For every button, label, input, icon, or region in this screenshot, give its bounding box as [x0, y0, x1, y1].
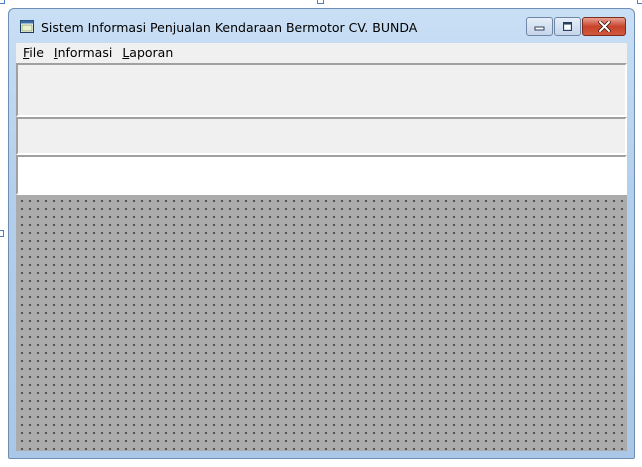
app-window-icon: [20, 20, 34, 33]
close-icon: [597, 21, 611, 32]
menu-label: ile: [29, 45, 44, 60]
menu-file[interactable]: File: [18, 43, 49, 63]
minimize-icon: [534, 26, 545, 31]
minimize-button[interactable]: [526, 17, 553, 36]
menu-laporan[interactable]: Laporan: [117, 43, 178, 63]
client-area: File Informasi Laporan: [16, 43, 627, 451]
title-bar[interactable]: Sistem Informasi Penjualan Kendaraan Ber…: [16, 9, 627, 43]
selection-handle[interactable]: [0, 230, 4, 237]
maximize-button[interactable]: [554, 17, 581, 36]
mdi-form-window: Sistem Informasi Penjualan Kendaraan Ber…: [8, 8, 635, 459]
selection-handle[interactable]: [317, 0, 324, 4]
menu-informasi[interactable]: Informasi: [49, 43, 117, 63]
maximize-icon: [563, 22, 572, 31]
toolbar-panel: [16, 63, 627, 117]
close-button[interactable]: [582, 17, 626, 36]
selection-handle[interactable]: [0, 0, 5, 4]
header-panel: [16, 117, 627, 155]
menu-bar: File Informasi Laporan: [16, 43, 627, 63]
menu-label: nformasi: [57, 45, 113, 60]
status-panel: [16, 155, 627, 195]
selection-handle[interactable]: [637, 0, 642, 4]
window-title: Sistem Informasi Penjualan Kendaraan Ber…: [41, 20, 418, 35]
menu-label: aporan: [129, 45, 174, 60]
mdi-client-area[interactable]: [16, 195, 627, 451]
